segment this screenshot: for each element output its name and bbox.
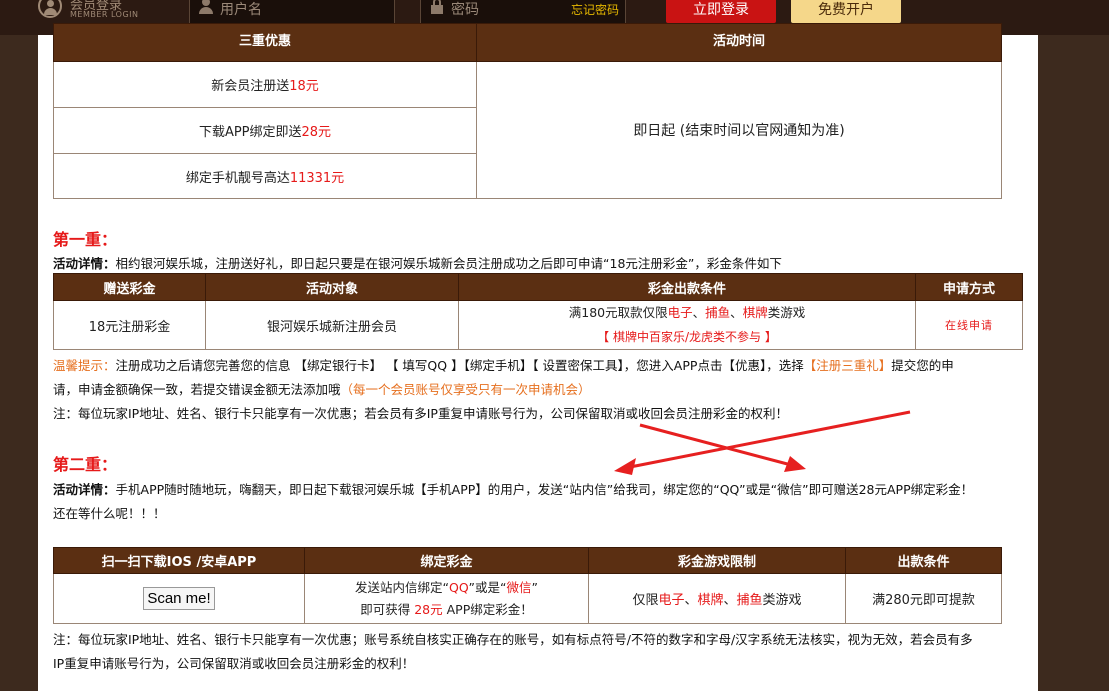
warm-hint: 温馨提示：注册成功之后请您完善您的信息 【绑定银行卡】 【 填写QQ 】【绑定手…: [53, 358, 954, 373]
login-button[interactable]: 立即登录: [666, 0, 776, 23]
table-cell: 满180元取款仅限电子、捕鱼、棋牌类游戏 【 棋牌中百家乐/龙虎类不参与 】: [458, 300, 916, 350]
username-field[interactable]: [189, 0, 395, 25]
warm-hint-line2: 请，申请金额确保一致，若提交错误金额无法添加哦（每一个会员账号仅享受只有一次申请…: [53, 382, 591, 397]
user-icon: [199, 0, 213, 14]
table-cell: 新会员注册送18元: [53, 61, 477, 108]
username-input[interactable]: [220, 0, 360, 21]
triple-offer-table: 三重优惠 活动时间 新会员注册送18元 即日起 (结束时间以官网通知为准) 下载…: [53, 23, 1002, 199]
table-header: 活动时间: [476, 23, 1002, 62]
section1-table: 赠送彩金 活动对象 彩金出款条件 申请方式 18元注册彩金 银河娱乐城新注册会员…: [53, 273, 1023, 350]
table-cell: 银河娱乐城新注册会员: [205, 300, 459, 350]
table-header: 扫一扫下载IOS /安卓APP: [53, 547, 305, 574]
activity-time-cell: 即日起 (结束时间以官网通知为准): [476, 61, 1002, 199]
section1-detail: 活动详情：相约银河娱乐城，注册送好礼，即日起只要是在银河娱乐城新会员注册成功之后…: [53, 256, 782, 271]
table-cell: 下载APP绑定即送28元: [53, 107, 477, 154]
scan-qr-button[interactable]: Scan me!: [143, 587, 215, 610]
member-avatar-icon: [38, 0, 62, 18]
table-header: 三重优惠: [53, 23, 477, 62]
section2-note-line2: IP重复申请账号行为，公司保留取消或收回会员注册彩金的权利！: [53, 656, 415, 671]
password-field[interactable]: 忘记密码: [420, 0, 626, 25]
table-header: 申请方式: [915, 273, 1023, 301]
table-header: 活动对象: [205, 273, 459, 301]
section2-note: 注：每位玩家IP地址、姓名、银行卡只能享有一次优惠；账号系统自核实正确存在的账号…: [53, 632, 973, 647]
table-header: 彩金出款条件: [458, 273, 916, 301]
forgot-password-link[interactable]: 忘记密码: [571, 1, 619, 18]
table-header: 出款条件: [845, 547, 1002, 574]
section2-detail: 活动详情：手机APP随时随地玩，嗨翻天，即日起下载银河娱乐城【手机APP】的用户…: [53, 482, 974, 497]
table-cell: Scan me!: [53, 573, 305, 624]
section1-title: 第一重：: [53, 230, 118, 249]
lock-icon: [431, 0, 443, 14]
table-cell: 绑定手机靓号高达11331元: [53, 153, 477, 199]
table-cell: 满280元即可提款: [845, 573, 1002, 624]
section2-title: 第二重：: [53, 455, 118, 474]
table-cell: 发送站内信绑定“QQ”或是“微信” 即可获得 28元 APP绑定彩金！: [304, 573, 589, 624]
section2-detail-line2: 还在等什么呢！！！: [53, 506, 166, 521]
table-header: 绑定彩金: [304, 547, 589, 574]
register-button[interactable]: 免费开户: [791, 0, 901, 23]
section1-note: 注：每位玩家IP地址、姓名、银行卡只能享有一次优惠；若会员有多IP重复申请账号行…: [53, 406, 788, 421]
promo-content: 三重优惠 活动时间 新会员注册送18元 即日起 (结束时间以官网通知为准) 下载…: [38, 23, 1038, 691]
table-header: 赠送彩金: [53, 273, 206, 301]
section2-table: 扫一扫下载IOS /安卓APP 绑定彩金 彩金游戏限制 出款条件 Scan me…: [53, 547, 1002, 624]
table-header: 彩金游戏限制: [588, 547, 846, 574]
member-login-subtitle: MEMBER LOGIN: [70, 10, 139, 19]
table-cell: 仅限电子、棋牌、捕鱼类游戏: [588, 573, 846, 624]
online-apply-link[interactable]: 在线申请: [945, 319, 993, 332]
table-cell: 18元注册彩金: [53, 300, 206, 350]
table-cell: 在线申请: [915, 300, 1023, 350]
